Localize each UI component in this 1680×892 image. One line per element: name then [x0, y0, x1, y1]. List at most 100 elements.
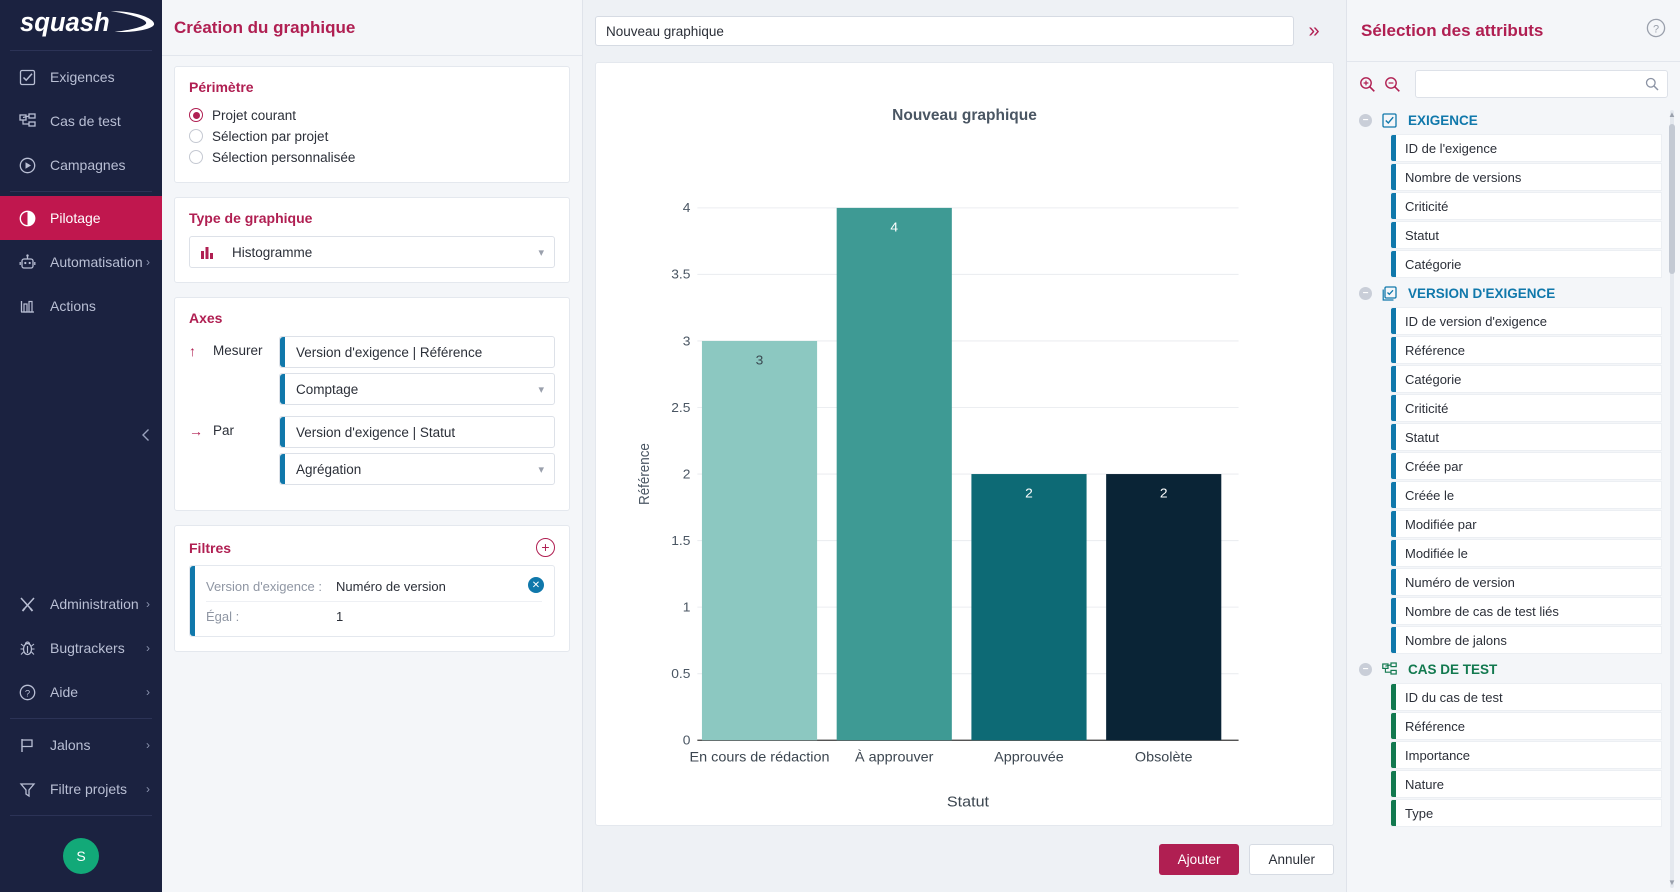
- radio-icon-selected: [189, 108, 203, 122]
- tree-leaf[interactable]: Catégorie: [1391, 365, 1662, 393]
- radio-projet-courant[interactable]: Projet courant: [189, 105, 555, 125]
- chevron-right-icon: ›: [146, 782, 150, 796]
- chart-title-input[interactable]: [595, 16, 1294, 46]
- tree-group-cas-de-test[interactable]: − CAS DE TEST: [1359, 655, 1662, 683]
- help-button[interactable]: ?: [1646, 18, 1666, 43]
- sidebar-item-exigences[interactable]: Exigences: [0, 55, 162, 99]
- sidebar-divider-mid: [10, 191, 152, 192]
- collapse-minus-icon[interactable]: −: [1359, 287, 1372, 300]
- chart-type-select[interactable]: Histogramme ▾: [189, 236, 555, 268]
- measure-operation-select[interactable]: Comptage ▾: [279, 373, 555, 405]
- double-chevron-right-icon: »: [1308, 20, 1319, 42]
- squash-logo-icon: squash: [16, 5, 162, 41]
- tree-leaf[interactable]: Créée par: [1391, 452, 1662, 480]
- tree-leaf[interactable]: Criticité: [1391, 192, 1662, 220]
- tree-leaf[interactable]: Nombre de cas de test liés: [1391, 597, 1662, 625]
- attribute-tree-scrollbar[interactable]: ▲ ▼: [1668, 110, 1676, 888]
- tree-group-exigence[interactable]: − EXIGENCE: [1359, 106, 1662, 134]
- tree-leaf[interactable]: ID de version d'exigence: [1391, 307, 1662, 335]
- radio-selection-personnalisee[interactable]: Sélection personnalisée: [189, 147, 555, 167]
- chevron-down-icon: ▾: [538, 383, 544, 396]
- svg-text:Approuvée: Approuvée: [994, 749, 1064, 764]
- avatar[interactable]: S: [63, 838, 99, 874]
- axis-measure-fields: Version d'exigence | Référence Comptage …: [279, 336, 555, 410]
- scroll-down-icon[interactable]: ▼: [1668, 878, 1676, 888]
- sidebar-item-pilotage[interactable]: Pilotage: [0, 196, 162, 240]
- tree-leaf[interactable]: Criticité: [1391, 394, 1662, 422]
- sidebar-item-filtre-projets[interactable]: Filtre projets ›: [0, 767, 162, 811]
- attribute-search-box[interactable]: [1415, 70, 1668, 98]
- sidebar-item-cas-de-test[interactable]: Cas de test: [0, 99, 162, 143]
- tree-leaf[interactable]: Référence: [1391, 336, 1662, 364]
- svg-text:1.5: 1.5: [671, 533, 690, 547]
- by-operation-select[interactable]: Agrégation ▾: [279, 453, 555, 485]
- filter-value: 1: [336, 609, 343, 624]
- app-logo[interactable]: squash: [0, 0, 162, 46]
- sidebar-item-campagnes[interactable]: Campagnes: [0, 143, 162, 187]
- measure-operation-value: Comptage: [296, 382, 358, 397]
- filter-key: Version d'exigence :: [206, 579, 336, 594]
- collapse-minus-icon[interactable]: −: [1359, 663, 1372, 676]
- tree-leaf[interactable]: Modifiée par: [1391, 510, 1662, 538]
- tree-leaf[interactable]: Statut: [1391, 423, 1662, 451]
- by-field-select[interactable]: Version d'exigence | Statut: [279, 416, 555, 448]
- scroll-up-icon[interactable]: ▲: [1668, 110, 1676, 120]
- tree-leaf[interactable]: ID de l'exigence: [1391, 134, 1662, 162]
- sidebar-item-automatisation[interactable]: Automatisation ›: [0, 240, 162, 284]
- filter-line[interactable]: Version d'exigence : Numéro de version: [206, 572, 542, 601]
- tree-leaf[interactable]: Référence: [1391, 712, 1662, 740]
- add-button[interactable]: Ajouter: [1159, 844, 1240, 875]
- axes-title: Axes: [189, 310, 555, 326]
- sidebar-divider-top: [10, 50, 152, 51]
- tree-leaf[interactable]: Nombre de jalons: [1391, 626, 1662, 654]
- search-input[interactable]: [1416, 71, 1667, 97]
- attribute-panel-title: Sélection des attributs: [1361, 21, 1543, 41]
- measure-field-value: Version d'exigence | Référence: [296, 345, 482, 360]
- sidebar-item-label: Automatisation: [50, 254, 143, 270]
- close-circle-icon[interactable]: ✕: [528, 577, 544, 593]
- zoom-in-button[interactable]: [1359, 76, 1376, 93]
- radio-selection-par-projet[interactable]: Sélection par projet: [189, 126, 555, 146]
- svg-text:0: 0: [683, 733, 691, 747]
- collapse-minus-icon[interactable]: −: [1359, 114, 1372, 127]
- svg-text:3.5: 3.5: [671, 267, 690, 281]
- perimeter-card: Périmètre Projet courant Sélection par p…: [174, 66, 570, 183]
- measure-field-select[interactable]: Version d'exigence | Référence: [279, 336, 555, 368]
- sidebar-item-actions[interactable]: Actions: [0, 284, 162, 328]
- plus-circle-icon[interactable]: +: [536, 538, 555, 557]
- sidebar-item-jalons[interactable]: Jalons ›: [0, 723, 162, 767]
- tree-leaf[interactable]: Importance: [1391, 741, 1662, 769]
- tree-leaf[interactable]: Nature: [1391, 770, 1662, 798]
- svg-text:2.5: 2.5: [671, 400, 690, 414]
- sidebar-collapse-button[interactable]: [136, 425, 156, 445]
- sidebar-item-administration[interactable]: Administration ›: [0, 582, 162, 626]
- tree-leaf[interactable]: Type: [1391, 799, 1662, 827]
- filter-line[interactable]: Égal : 1: [206, 601, 542, 630]
- scrollbar-thumb[interactable]: [1669, 124, 1675, 274]
- tree-leaf[interactable]: ID du cas de test: [1391, 683, 1662, 711]
- tree-leaf[interactable]: Créée le: [1391, 481, 1662, 509]
- cancel-button[interactable]: Annuler: [1249, 844, 1334, 875]
- tree-leaf[interactable]: Nombre de versions: [1391, 163, 1662, 191]
- tree-leaf[interactable]: Modifiée le: [1391, 539, 1662, 567]
- chart-title-bar: »: [583, 0, 1346, 62]
- svg-text:squash: squash: [20, 9, 110, 37]
- tree-leaf[interactable]: Numéro de version: [1391, 568, 1662, 596]
- tree-leaf[interactable]: Catégorie: [1391, 250, 1662, 278]
- tree-group-label: EXIGENCE: [1408, 113, 1478, 128]
- zoom-out-button[interactable]: [1384, 76, 1401, 93]
- radio-label: Sélection personnalisée: [212, 150, 355, 165]
- axis-measure-row: ↑ Mesurer Version d'exigence | Référence…: [189, 336, 555, 410]
- tree-leaf[interactable]: Statut: [1391, 221, 1662, 249]
- sidebar-item-bugtrackers[interactable]: Bugtrackers ›: [0, 626, 162, 670]
- chevron-right-icon: ›: [146, 738, 150, 752]
- svg-text:Référence: Référence: [636, 443, 653, 505]
- sidebar-item-aide[interactable]: ? Aide ›: [0, 670, 162, 714]
- chevron-right-icon: ›: [146, 597, 150, 611]
- tree-group-version-d-exigence[interactable]: − VERSION D'EXIGENCE: [1359, 279, 1662, 307]
- panel-body: Périmètre Projet courant Sélection par p…: [162, 56, 582, 676]
- sidebar-divider-bottom: [10, 815, 152, 816]
- bug-icon: [16, 637, 38, 659]
- zoom-in-icon: [1359, 76, 1376, 93]
- expand-panel-button[interactable]: »: [1294, 20, 1334, 43]
